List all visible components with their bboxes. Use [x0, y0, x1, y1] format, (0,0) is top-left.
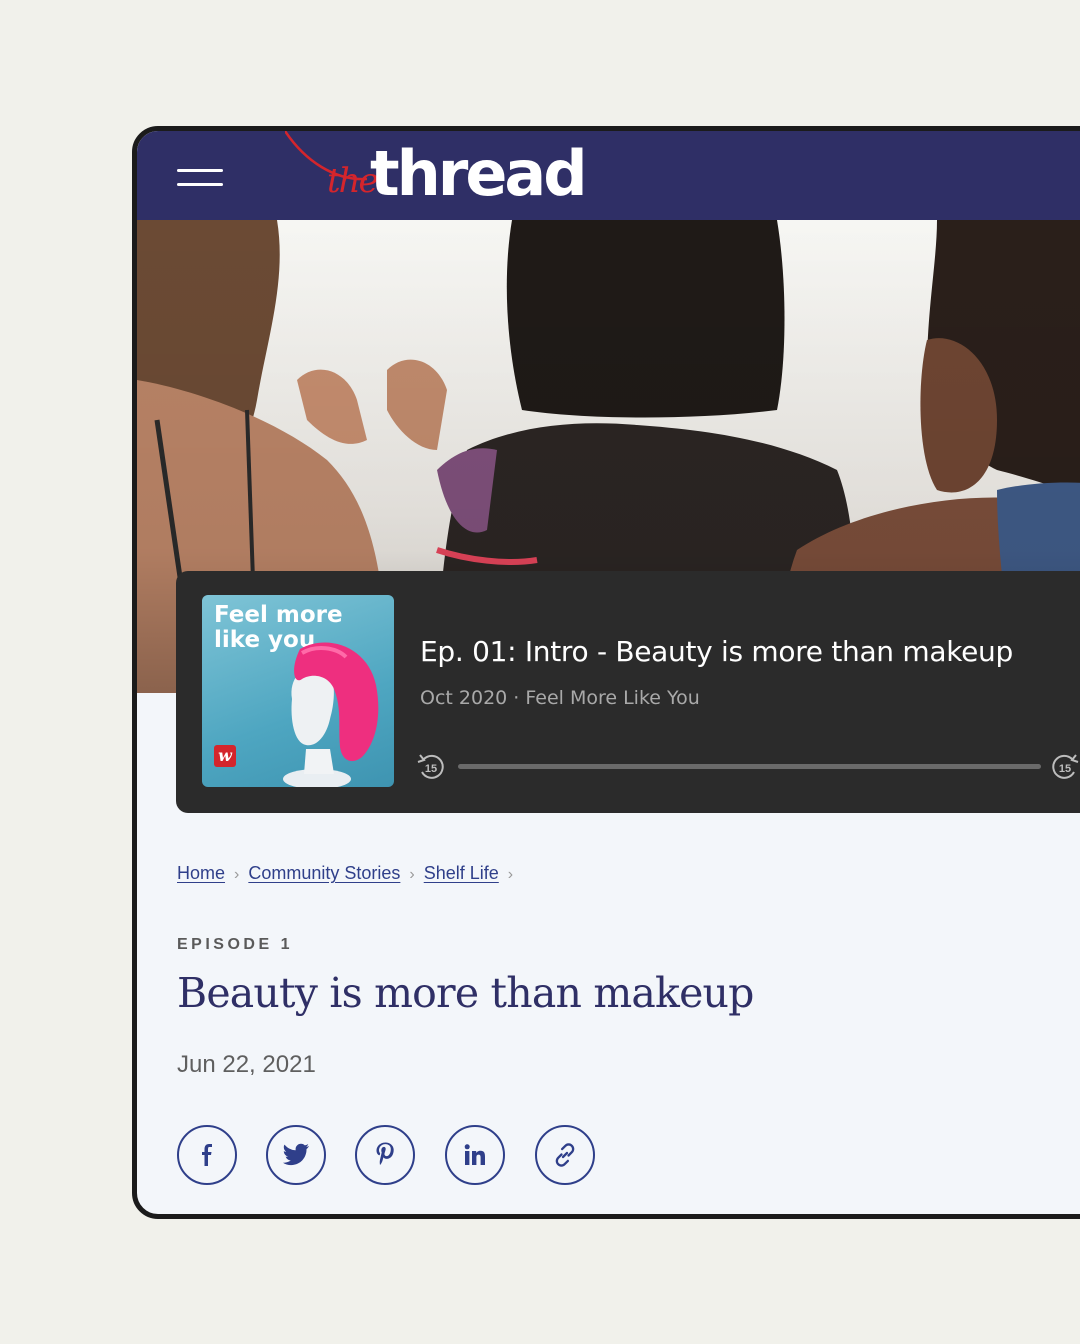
publish-date: Jun 22, 2021 — [177, 1051, 316, 1078]
breadcrumb: Home › Community Stories › Shelf Life › — [177, 863, 522, 884]
rewind-15-icon[interactable]: 15 — [416, 751, 446, 781]
podcast-player: Feel more like you w Ep. 01: Intro - Bea… — [176, 571, 1080, 813]
pinterest-icon[interactable] — [355, 1125, 415, 1185]
article-title: Beauty is more than makeup — [177, 969, 754, 1017]
mannequin-wig-illustration — [283, 642, 379, 787]
breadcrumb-home[interactable]: Home — [177, 863, 225, 883]
skip-forward-seconds: 15 — [1059, 763, 1071, 775]
breadcrumb-separator: › — [234, 866, 240, 883]
site-header: the thread — [137, 131, 1080, 220]
site-logo[interactable]: the thread — [285, 131, 588, 220]
breadcrumb-separator: › — [507, 866, 514, 883]
episode-title: Ep. 01: Intro - Beauty is more than make… — [420, 635, 1013, 668]
device-frame: the thread Feel more like you w Ep. 01: … — [132, 126, 1080, 1219]
walgreens-badge-icon: w — [214, 745, 236, 767]
podcast-cover-art[interactable]: Feel more like you w — [202, 595, 394, 787]
breadcrumb-shelf-life[interactable]: Shelf Life — [424, 863, 499, 883]
logo-thread: thread — [370, 137, 588, 210]
breadcrumb-community-stories[interactable]: Community Stories — [248, 863, 400, 883]
episode-kicker: EPISODE 1 — [177, 936, 293, 953]
skip-back-seconds: 15 — [425, 763, 437, 775]
twitter-icon[interactable] — [266, 1125, 326, 1185]
forward-15-icon[interactable]: 15 — [1050, 751, 1080, 781]
hamburger-menu-icon[interactable] — [177, 167, 223, 189]
copy-link-icon[interactable] — [535, 1125, 595, 1185]
linkedin-icon[interactable] — [445, 1125, 505, 1185]
breadcrumb-separator: › — [409, 866, 415, 883]
playback-progress-bar[interactable] — [458, 764, 1041, 769]
facebook-icon[interactable] — [177, 1125, 237, 1185]
episode-meta: Oct 2020 · Feel More Like You — [420, 687, 700, 709]
